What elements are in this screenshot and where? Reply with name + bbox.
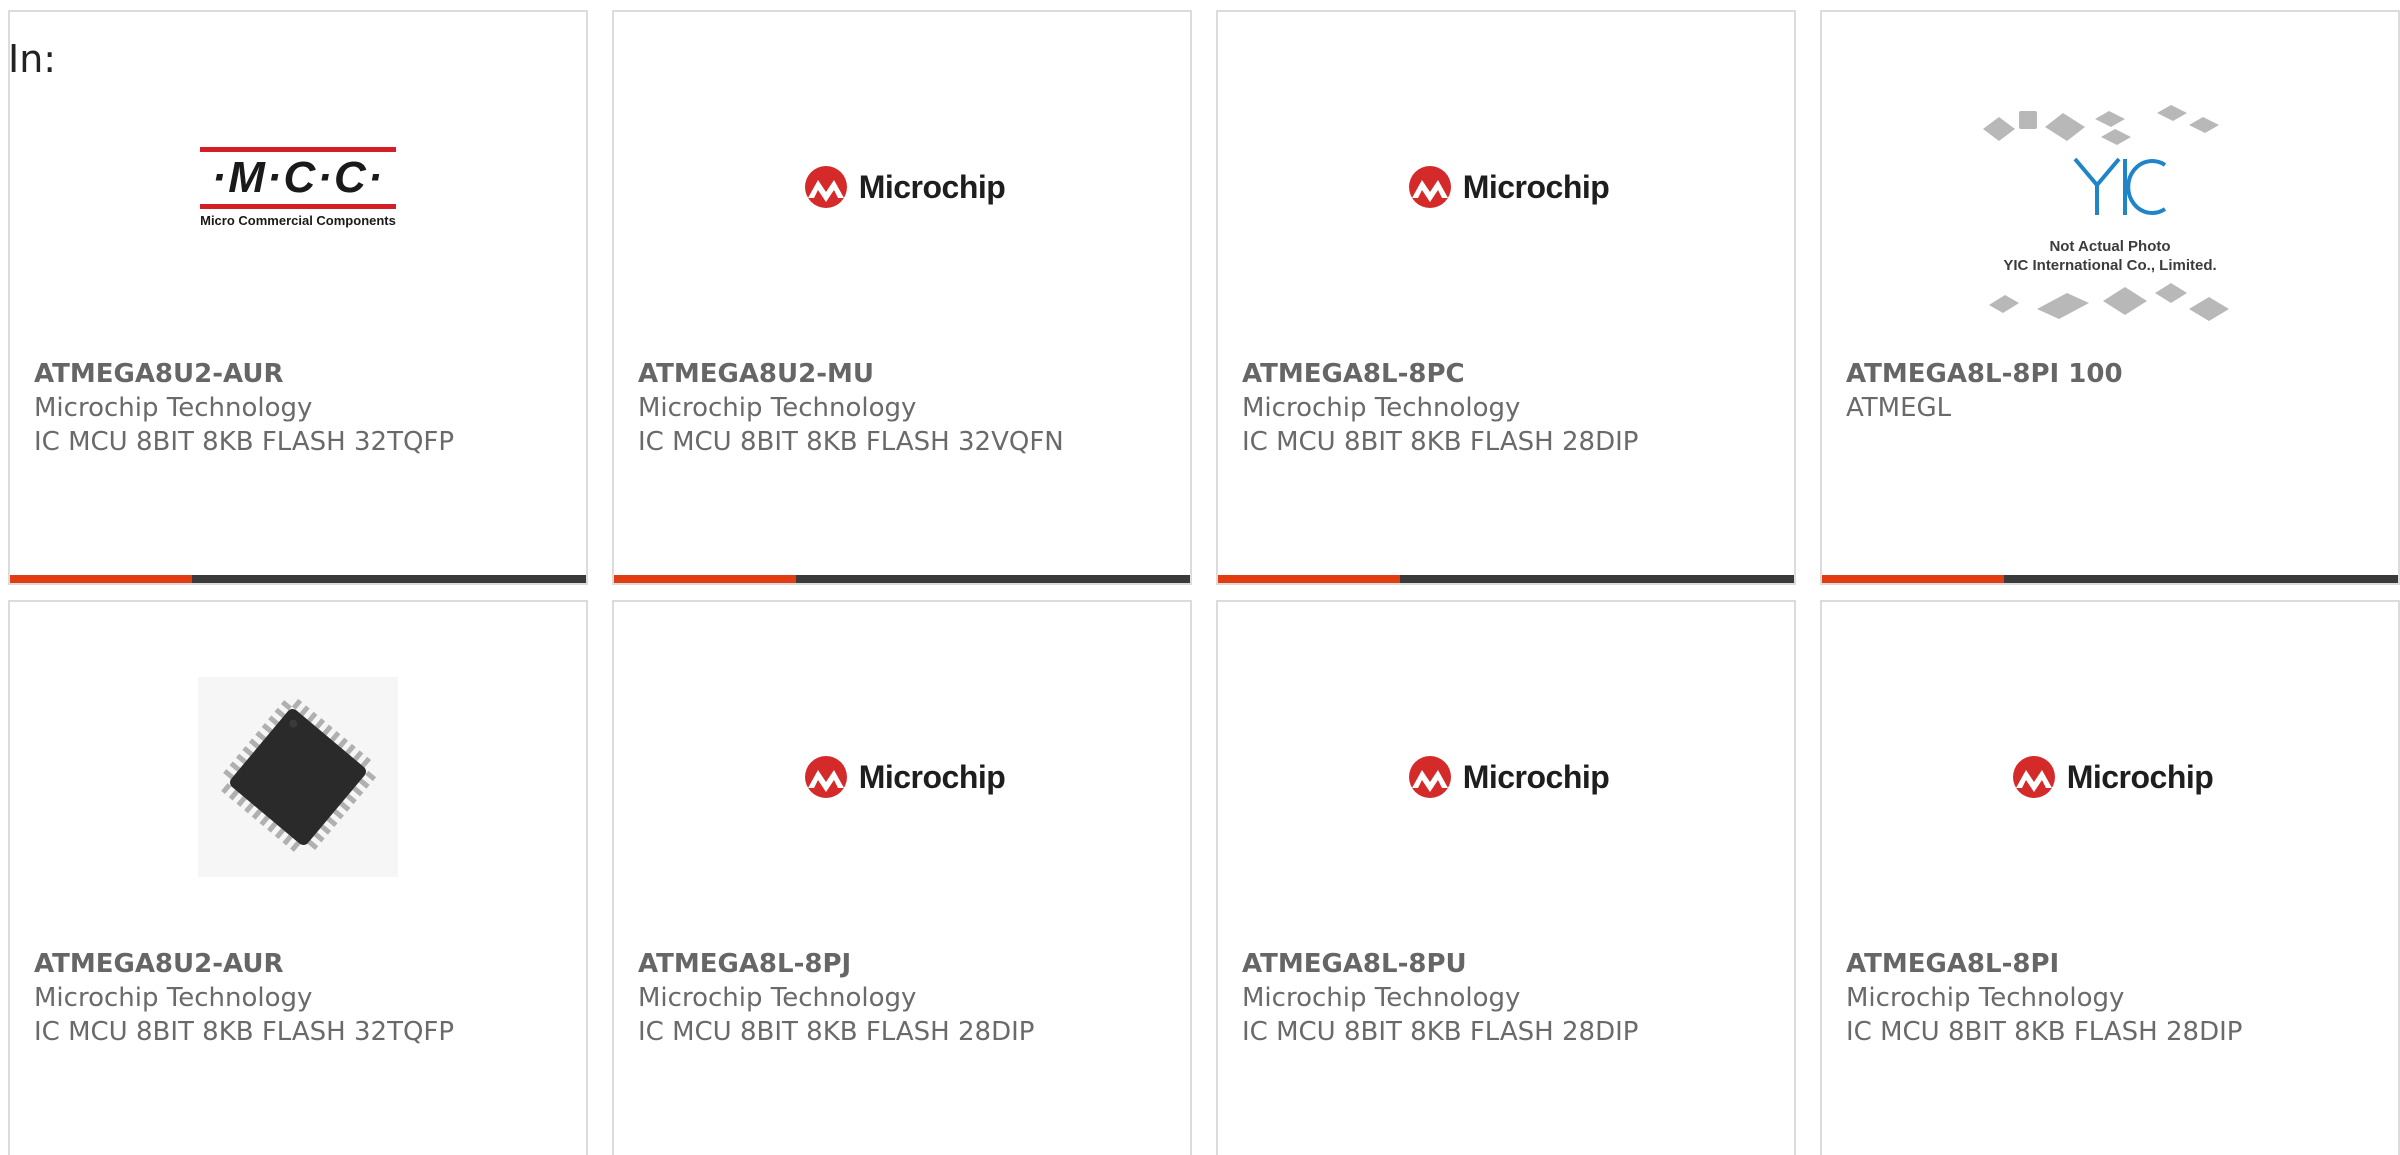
description: IC MCU 8BIT 8KB FLASH 28DIP — [1846, 1017, 2243, 1047]
card-footer-bar — [10, 575, 586, 583]
description: IC MCU 8BIT 8KB FLASH 32TQFP — [34, 1017, 455, 1047]
page: ·M·C·C· Micro Commercial Components ATME… — [0, 0, 2400, 1155]
microchip-logo: Microchip — [799, 755, 1006, 799]
product-grid: ·M·C·C· Micro Commercial Components ATME… — [0, 0, 2400, 1155]
product-card[interactable]: Microchip ATMEGA8L-8PU Microchip Technol… — [1216, 600, 1796, 1155]
product-info: ATMEGA8L-8PI 100 ATMEGL — [1846, 357, 2382, 425]
description: IC MCU 8BIT 8KB FLASH 28DIP — [1242, 427, 1639, 457]
manufacturer: Microchip Technology — [1242, 393, 1521, 423]
manufacturer: Microchip Technology — [638, 393, 917, 423]
microchip-mark-icon — [804, 166, 847, 208]
card-footer-bar — [614, 575, 1190, 583]
part-number-link[interactable]: ATMEGA8U2-AUR — [34, 947, 570, 981]
product-info: ATMEGA8L-8PC Microchip Technology IC MCU… — [1242, 357, 1778, 459]
description: IC MCU 8BIT 8KB FLASH 32TQFP — [34, 427, 455, 457]
product-card[interactable]: Not Actual Photo YIC International Co., … — [1820, 10, 2400, 585]
manufacturer: Microchip Technology — [638, 983, 917, 1013]
microchip-logo: Microchip — [2007, 755, 2214, 799]
component-packages-icon — [1983, 105, 2229, 321]
part-number-link[interactable]: ATMEGA8L-8PC — [1242, 357, 1778, 391]
product-info: ATMEGA8U2-MU Microchip Technology IC MCU… — [638, 357, 1174, 459]
microchip-mark-icon — [1408, 166, 1451, 208]
part-number-link[interactable]: ATMEGA8L-8PI 100 — [1846, 357, 2382, 391]
product-info: ATMEGA8L-8PJ Microchip Technology IC MCU… — [638, 947, 1174, 1049]
search-prefix-label: In: — [8, 37, 57, 81]
manufacturer: ATMEGL — [1846, 393, 1952, 423]
product-info: ATMEGA8U2-AUR Microchip Technology IC MC… — [34, 357, 570, 459]
manufacturer: Microchip Technology — [1846, 983, 2125, 1013]
microchip-mark-icon — [1408, 756, 1451, 798]
product-info: ATMEGA8L-8PU Microchip Technology IC MCU… — [1242, 947, 1778, 1049]
microchip-logo: Microchip — [1403, 165, 1610, 209]
part-number-link[interactable]: ATMEGA8L-8PU — [1242, 947, 1778, 981]
product-info: ATMEGA8U2-AUR Microchip Technology IC MC… — [34, 947, 570, 1049]
tqfp-chip-photo-icon — [198, 677, 398, 877]
part-number-link[interactable]: ATMEGA8U2-AUR — [34, 357, 570, 391]
part-number-link[interactable]: ATMEGA8L-8PI — [1846, 947, 2382, 981]
product-card[interactable]: Microchip ATMEGA8U2-MU Microchip Technol… — [612, 10, 1192, 585]
microchip-mark-icon — [804, 756, 847, 798]
product-image[interactable]: Not Actual Photo YIC International Co., … — [1822, 92, 2398, 342]
product-card[interactable]: ·M·C·C· Micro Commercial Components ATME… — [8, 10, 588, 585]
product-image[interactable]: Microchip — [1218, 82, 1794, 292]
yic-placeholder-image: Not Actual Photo YIC International Co., … — [1975, 97, 2245, 337]
product-image[interactable]: Microchip — [1822, 672, 2398, 882]
description: IC MCU 8BIT 8KB FLASH 28DIP — [638, 1017, 1035, 1047]
product-image[interactable]: ·M·C·C· Micro Commercial Components — [10, 82, 586, 292]
part-number-link[interactable]: ATMEGA8U2-MU — [638, 357, 1174, 391]
product-card[interactable]: ATMEGA8U2-AUR Microchip Technology IC MC… — [8, 600, 588, 1155]
microchip-logo: Microchip — [799, 165, 1006, 209]
product-image[interactable]: Microchip — [614, 82, 1190, 292]
product-info: ATMEGA8L-8PI Microchip Technology IC MCU… — [1846, 947, 2382, 1049]
product-card[interactable]: Microchip ATMEGA8L-8PI Microchip Technol… — [1820, 600, 2400, 1155]
product-card[interactable]: Microchip ATMEGA8L-8PC Microchip Technol… — [1216, 10, 1796, 585]
product-image[interactable]: Microchip — [614, 672, 1190, 882]
mcc-logo: ·M·C·C· Micro Commercial Components — [200, 146, 396, 228]
manufacturer: Microchip Technology — [1242, 983, 1521, 1013]
product-image[interactable]: Microchip — [1218, 672, 1794, 882]
description: IC MCU 8BIT 8KB FLASH 28DIP — [1242, 1017, 1639, 1047]
part-number-link[interactable]: ATMEGA8L-8PJ — [638, 947, 1174, 981]
card-footer-bar — [1822, 575, 2398, 583]
microchip-mark-icon — [2012, 756, 2055, 798]
description: IC MCU 8BIT 8KB FLASH 32VQFN — [638, 427, 1064, 457]
product-image[interactable] — [10, 672, 586, 882]
manufacturer: Microchip Technology — [34, 393, 313, 423]
product-card[interactable]: Microchip ATMEGA8L-8PJ Microchip Technol… — [612, 600, 1192, 1155]
not-actual-photo-caption: Not Actual Photo YIC International Co., … — [2003, 238, 2217, 274]
card-footer-bar — [1218, 575, 1794, 583]
manufacturer: Microchip Technology — [34, 983, 313, 1013]
microchip-logo: Microchip — [1403, 755, 1610, 799]
